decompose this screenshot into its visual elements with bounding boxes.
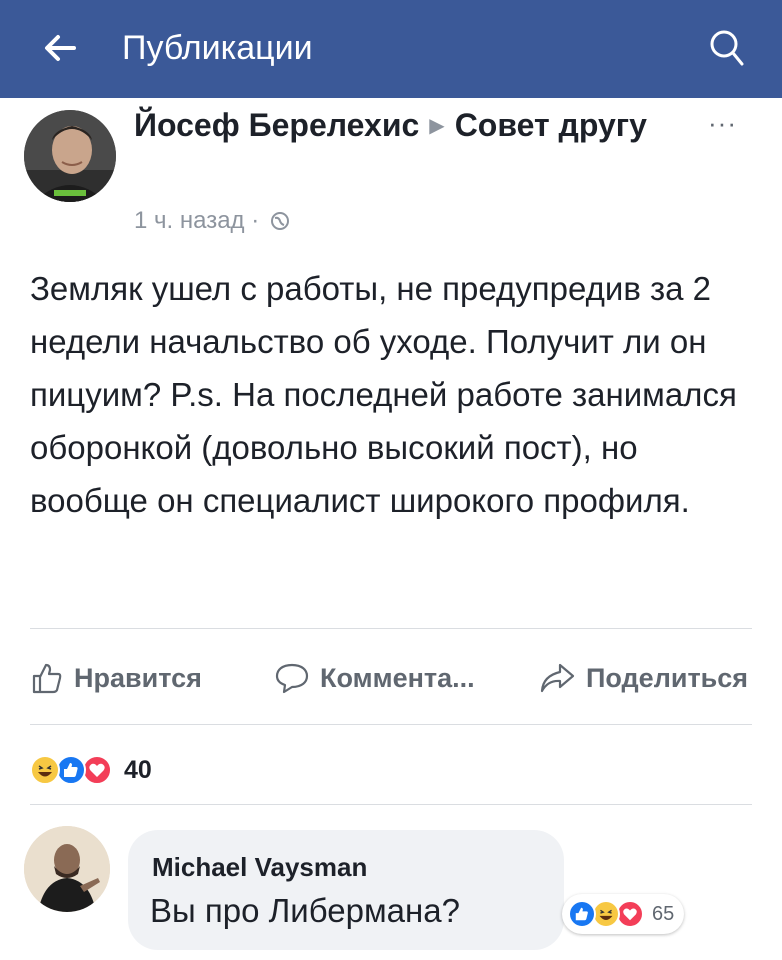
comment-button[interactable]: Коммента... (274, 658, 475, 698)
back-arrow-icon[interactable] (38, 26, 82, 70)
love-icon (616, 900, 644, 928)
share-button[interactable]: Поделиться (538, 658, 748, 698)
divider (30, 804, 752, 805)
like-icon (568, 900, 596, 928)
globe-icon (270, 212, 289, 230)
post-body: Земляк ушел с работы, не предупредив за … (30, 270, 737, 519)
avatar-photo (24, 110, 116, 202)
comment-text: Вы про Либермана? (150, 892, 460, 929)
top-app-bar: Публикации (0, 0, 782, 98)
like-label: Нравится (74, 663, 202, 693)
post-meta: 1 ч. назад · (134, 206, 290, 236)
post-header: Йосеф Берелехис ▶ Совет другу ··· 1 ч. наз… (0, 98, 782, 240)
divider (30, 628, 752, 629)
haha-icon (592, 900, 620, 928)
comment-reactions[interactable]: 65 (562, 894, 685, 934)
comment-reaction-count: 65 (652, 902, 675, 925)
post-time[interactable]: 1 ч. назад (134, 207, 245, 234)
share-label: Поделиться (586, 663, 749, 693)
group-name[interactable]: Совет другу (455, 107, 647, 143)
commenter-name[interactable]: Michael Vaysman (152, 852, 367, 883)
comment-label: Коммента... (320, 663, 475, 693)
comment-bubble[interactable]: Michael Vaysman Вы про Либермана? (128, 830, 564, 950)
reactions-count: 40 (124, 755, 152, 784)
more-options-icon[interactable]: ··· (708, 108, 737, 139)
author-name[interactable]: Йосеф Берелехис (134, 107, 419, 143)
like-button[interactable]: Нравится (30, 658, 202, 698)
post-author-line: Йосеф Берелехис ▶ Совет другу (134, 104, 694, 147)
search-icon[interactable] (704, 26, 748, 70)
love-icon (82, 755, 112, 785)
page-title: Публикации (122, 29, 313, 67)
reactions-summary[interactable]: 40 (30, 750, 152, 790)
comment-icon (275, 663, 309, 694)
divider (30, 724, 752, 725)
post-actions: Нравится Коммента... Поделиться (0, 650, 782, 710)
triangle-right-icon: ▶ (429, 115, 445, 137)
haha-icon (30, 755, 60, 785)
thumbs-up-icon (32, 663, 62, 694)
like-icon (56, 755, 86, 785)
commenter-avatar[interactable] (24, 826, 110, 912)
commenter-avatar-photo (24, 826, 110, 912)
author-avatar[interactable] (24, 110, 116, 202)
meta-separator: · (251, 207, 260, 234)
share-icon (540, 663, 575, 693)
